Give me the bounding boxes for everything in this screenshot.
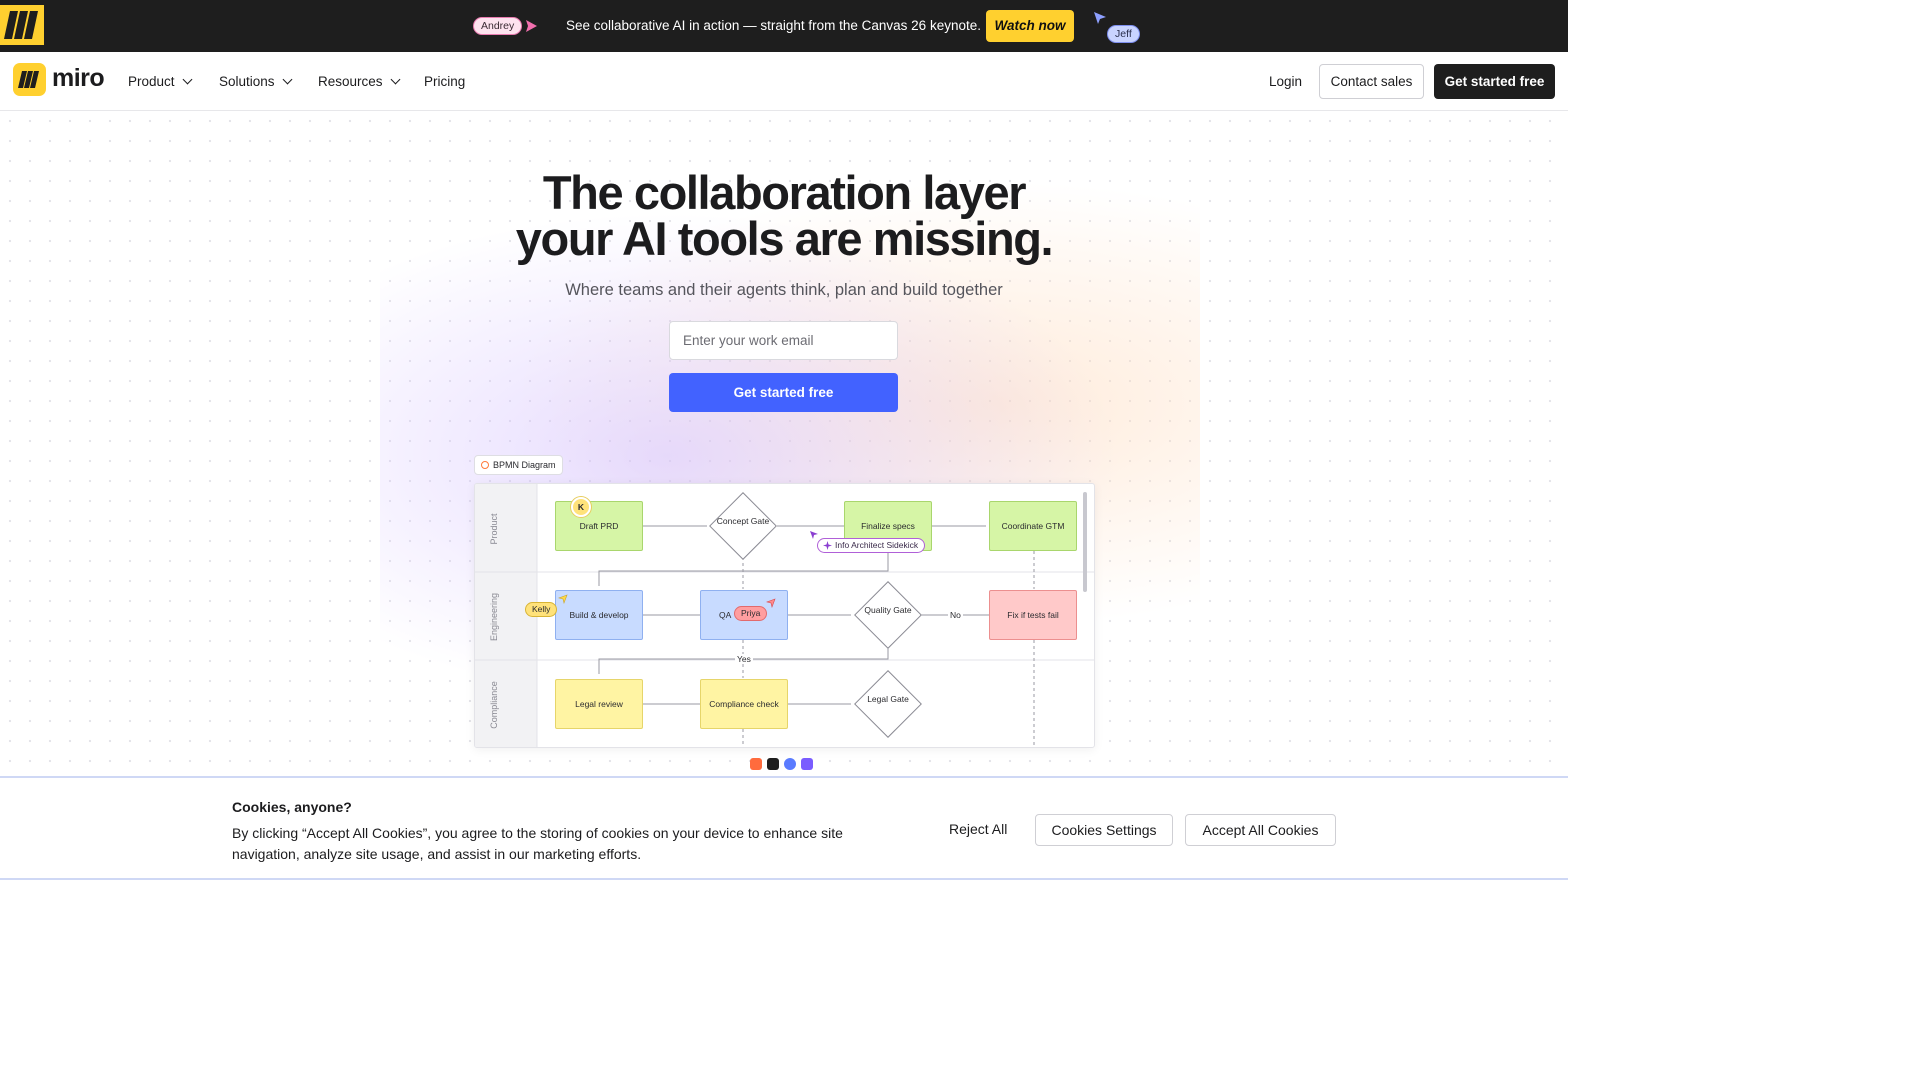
promo-text: See collaborative AI in action — straigh… <box>566 18 981 33</box>
node-fix-tests[interactable]: Fix if tests fail <box>989 590 1077 640</box>
cookie-text: By clicking “Accept All Cookies”, you ag… <box>232 825 843 862</box>
nav-get-started-button[interactable]: Get started free <box>1434 64 1555 99</box>
nav-product[interactable]: Product <box>128 74 192 89</box>
lane-label-engineering: Engineering <box>489 592 499 642</box>
cursor-arrow-icon <box>558 594 568 604</box>
chevron-down-icon <box>182 74 192 85</box>
integration-icons <box>750 758 813 770</box>
bpmn-diagram-preview[interactable]: Product Engineering Compliance Draft PRD… <box>474 483 1095 748</box>
lane-label-product: Product <box>489 513 499 545</box>
globe-icon <box>784 758 796 770</box>
edge-label-no: No <box>948 610 963 620</box>
brand-wordmark[interactable]: miro <box>52 64 105 93</box>
node-draft-prd[interactable]: Draft PRD <box>555 501 643 551</box>
avatar: K <box>571 497 591 517</box>
claude-icon <box>750 758 762 770</box>
login-link[interactable]: Login <box>1269 74 1302 89</box>
app-icon <box>801 758 813 770</box>
cursor-arrow-icon <box>1094 12 1106 24</box>
node-build-develop[interactable]: Build & develop <box>555 590 643 640</box>
edge-label-yes: Yes <box>735 654 753 664</box>
nav-solutions[interactable]: Solutions <box>219 74 292 89</box>
cursor-arrow-icon <box>766 598 776 608</box>
cursor-arrow-icon <box>810 531 818 539</box>
hero-subhead: Where teams and their agents think, plan… <box>565 281 1003 299</box>
miro-logo-icon[interactable] <box>0 5 44 45</box>
node-coordinate-gtm[interactable]: Coordinate GTM <box>989 501 1077 551</box>
hero-get-started-button[interactable]: Get started free <box>669 373 898 412</box>
ai-sidekick-label: Info Architect Sidekick <box>817 538 926 553</box>
bpmn-icon <box>481 461 489 469</box>
diagram-type-tag[interactable]: BPMN Diagram <box>474 455 563 475</box>
promo-banner: Andrey See collaborative AI in action — … <box>0 0 1568 52</box>
miro-brand-icon[interactable] <box>13 63 46 96</box>
nav-pricing[interactable]: Pricing <box>424 74 465 89</box>
main-nav: miro Product Solutions Resources Pricing… <box>0 52 1568 111</box>
chevron-down-icon <box>282 74 292 85</box>
gate-quality-label: Quality Gate <box>864 605 912 615</box>
reject-all-button[interactable]: Reject All <box>949 821 1007 837</box>
node-legal-review[interactable]: Legal review <box>555 679 643 729</box>
cursor-label-priya: Priya <box>734 606 768 621</box>
cookie-banner: Cookies, anyone? By clicking “Accept All… <box>0 776 1568 884</box>
lane-label-compliance: Compliance <box>489 681 499 729</box>
cursor-arrow-icon <box>526 20 537 32</box>
cube-icon <box>767 758 779 770</box>
nav-resources[interactable]: Resources <box>318 74 400 89</box>
diagram-scrollbar[interactable] <box>1083 492 1087 592</box>
gate-concept-label: Concept Gate <box>716 516 770 526</box>
cursor-label-jeff: Jeff <box>1107 25 1140 43</box>
cursor-label-kelly: Kelly <box>525 602 558 617</box>
chevron-down-icon <box>390 74 400 85</box>
sparkle-icon <box>823 541 832 550</box>
work-email-input[interactable] <box>669 321 898 360</box>
hero-headline: The collaboration layer your AI tools ar… <box>515 166 1054 265</box>
cookie-title: Cookies, anyone? <box>232 799 352 815</box>
cookie-settings-button[interactable]: Cookies Settings <box>1035 814 1173 846</box>
watch-now-button[interactable]: Watch now <box>986 10 1074 42</box>
gate-legal-label: Legal Gate <box>867 694 909 704</box>
accept-all-cookies-button[interactable]: Accept All Cookies <box>1185 814 1336 846</box>
node-compliance-check[interactable]: Compliance check <box>700 679 788 729</box>
contact-sales-button[interactable]: Contact sales <box>1319 64 1424 99</box>
cursor-label-andrey: Andrey <box>473 17 523 35</box>
